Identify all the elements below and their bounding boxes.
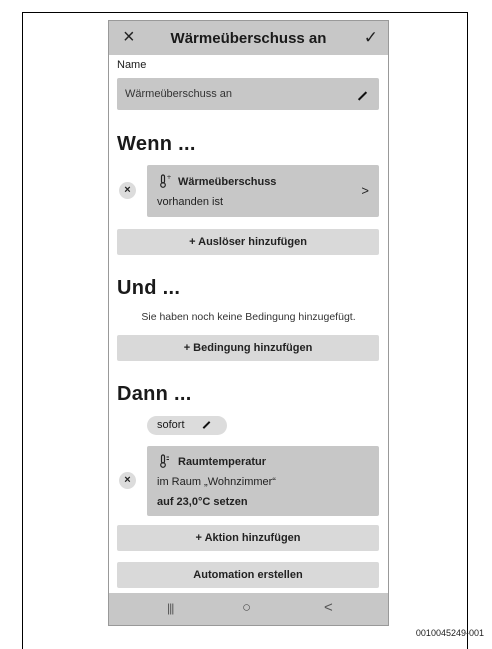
timing-chip[interactable]: sofort xyxy=(147,416,227,435)
edit-pencil-icon[interactable] xyxy=(202,421,211,429)
action-value: auf 23,0°C setzen xyxy=(157,496,248,508)
remove-trigger-icon[interactable]: × xyxy=(119,182,136,199)
thermometer-icon xyxy=(160,454,169,468)
name-label: Name xyxy=(117,59,147,71)
trigger-card[interactable]: + Wärmeüberschuss vorhanden ist > xyxy=(147,165,379,217)
add-action-button[interactable]: + Aktion hinzufügen xyxy=(117,525,379,551)
name-value: Wärmeüberschuss an xyxy=(125,88,232,100)
timing-value: sofort xyxy=(157,419,185,431)
frame-top-border xyxy=(22,12,468,13)
thermometer-icon: + xyxy=(160,174,172,188)
remove-action-icon[interactable]: × xyxy=(119,472,136,489)
trigger-subtitle: vorhanden ist xyxy=(157,196,224,208)
page-title: Wärmeüberschuss an xyxy=(170,30,327,47)
and-heading: Und ... xyxy=(117,277,181,299)
frame-right-border xyxy=(467,12,468,649)
action-title: Raumtemperatur xyxy=(178,456,267,468)
then-heading: Dann ... xyxy=(117,383,192,405)
system-nav-bar: ||| ○ < xyxy=(109,593,388,625)
svg-text:+: + xyxy=(167,174,172,181)
confirm-icon[interactable]: ✓ xyxy=(364,28,378,48)
edit-pencil-icon[interactable] xyxy=(357,91,368,101)
phone-screen: × Wärmeüberschuss an ✓ Name Wärmeübersch… xyxy=(108,20,389,626)
trigger-title: Wärmeüberschuss xyxy=(178,176,277,188)
top-app-bar: × Wärmeüberschuss an ✓ xyxy=(109,21,388,55)
empty-conditions-text: Sie haben noch keine Bedingung hinzugefü… xyxy=(141,311,356,323)
name-field[interactable]: Wärmeüberschuss an xyxy=(117,78,379,110)
create-automation-button[interactable]: Automation erstellen xyxy=(117,562,379,588)
recents-icon[interactable]: ||| xyxy=(167,601,174,615)
home-icon[interactable]: ○ xyxy=(242,599,251,616)
back-icon[interactable]: < xyxy=(324,599,333,616)
add-condition-button[interactable]: + Bedingung hinzufügen xyxy=(117,335,379,361)
frame-left-border xyxy=(22,12,23,649)
when-heading: Wenn ... xyxy=(117,133,196,155)
action-room: im Raum „Wohnzimmer“ xyxy=(157,476,276,488)
chevron-right-icon: > xyxy=(361,183,369,198)
figure-id: 0010045249-001 xyxy=(415,628,484,638)
action-card[interactable]: Raumtemperatur im Raum „Wohnzimmer“ auf … xyxy=(147,446,379,516)
add-trigger-button[interactable]: + Auslöser hinzufügen xyxy=(117,229,379,255)
